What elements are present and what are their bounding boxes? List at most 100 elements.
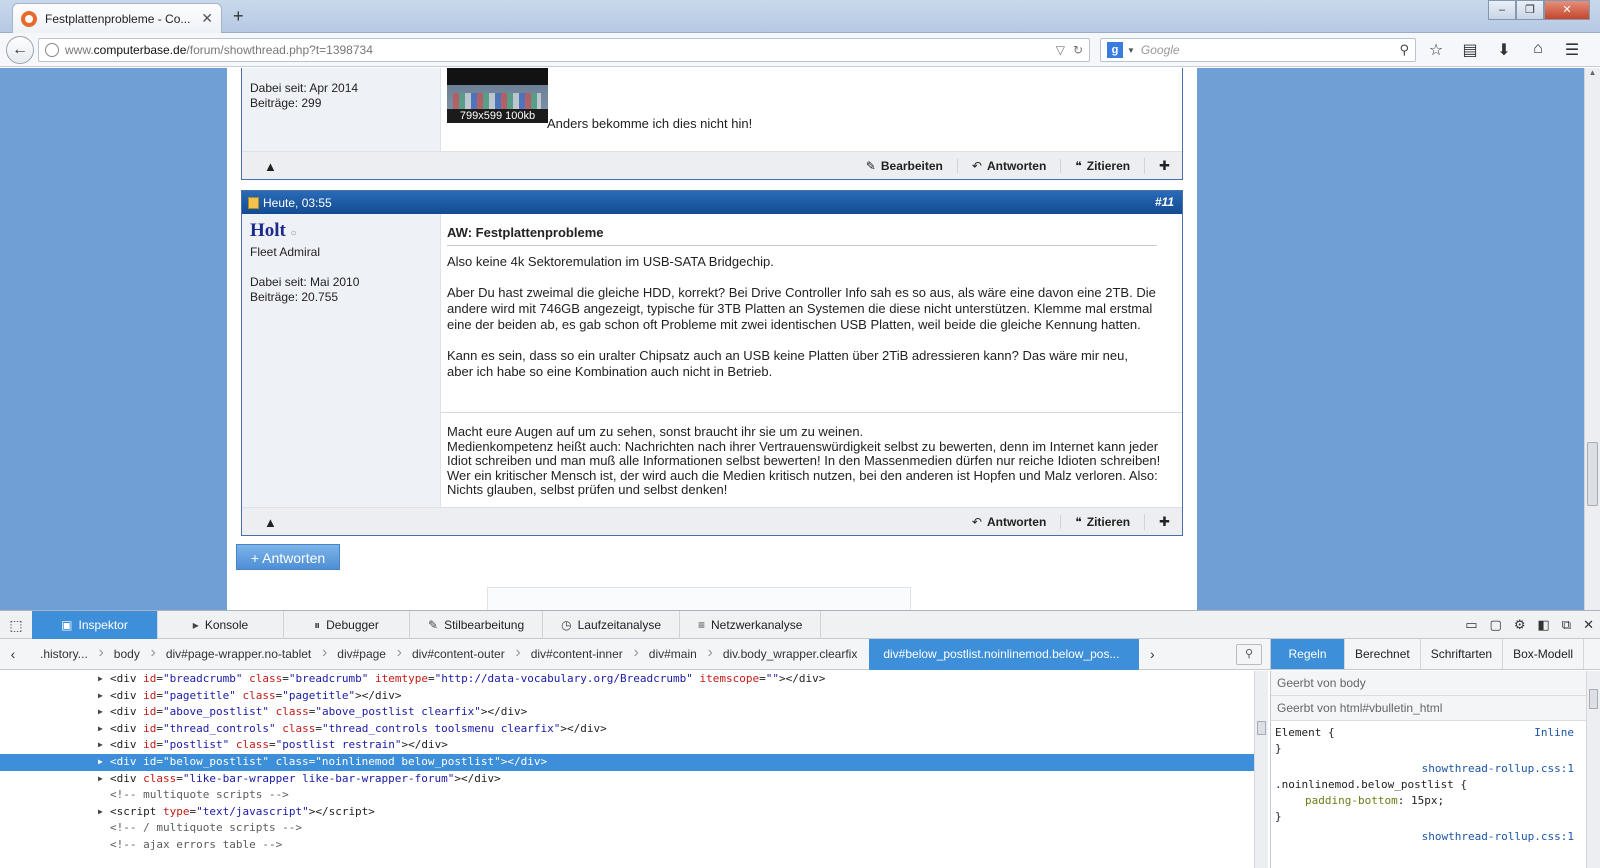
multiquote-icon[interactable]: ✚: [1144, 514, 1170, 530]
breadcrumb-left-icon[interactable]: ‹: [0, 646, 26, 662]
expand-triangle-icon[interactable]: ▶: [98, 754, 103, 771]
rule-source[interactable]: showthread-rollup.css:1: [1275, 761, 1574, 777]
breadcrumb-item[interactable]: div#page-wrapper.no-tablet: [152, 644, 328, 662]
settings-gear-icon[interactable]: ⚙: [1514, 617, 1526, 633]
markup-node[interactable]: ▶ <div id="postlist" class="postlist rest…: [0, 737, 1254, 754]
search-input[interactable]: Google: [1141, 43, 1400, 57]
forum-page: Dabei seit: Apr 2014 Beiträge: 299 799x5…: [227, 68, 1197, 610]
quote-button[interactable]: ❝ Zitieren: [1060, 515, 1144, 529]
expand-triangle-icon[interactable]: ▶: [98, 671, 103, 688]
breadcrumb-right-icon[interactable]: ›: [1139, 646, 1165, 662]
tab-network[interactable]: ≡ Netzwerkanalyse: [680, 611, 822, 639]
tab-computed[interactable]: Berechnet: [1345, 639, 1421, 669]
breadcrumb-item[interactable]: div.body_wrapper.clearfix: [709, 644, 873, 662]
breadcrumb-item[interactable]: div#main: [635, 644, 713, 662]
devtools-close-icon[interactable]: ✕: [1583, 617, 1594, 633]
back-button[interactable]: ←: [6, 36, 34, 64]
split-console-icon[interactable]: ▭: [1465, 617, 1477, 633]
tab-box-model[interactable]: Box-Modell: [1503, 639, 1585, 669]
post-number[interactable]: #11: [1155, 195, 1174, 209]
search-icon[interactable]: ⚲: [1399, 42, 1409, 58]
rule-property[interactable]: padding-bottom: 15px;: [1275, 793, 1574, 809]
dropdown-arrow-icon[interactable]: ▽: [1056, 43, 1065, 57]
markup-node[interactable]: ▶ <div id="pagetitle" class="pagetitle"><…: [0, 688, 1254, 705]
markup-node[interactable]: ▶ <script type="text/javascript"></script…: [0, 804, 1254, 821]
reply-icon: ↶: [971, 515, 982, 529]
menu-icon[interactable]: ☰: [1562, 40, 1582, 60]
markup-node-selected[interactable]: ▶ <div id="below_postlist" class="noinlin…: [0, 753, 1254, 771]
home-icon[interactable]: ⌂: [1528, 40, 1548, 60]
expand-triangle-icon[interactable]: ▶: [98, 804, 103, 821]
tab-fonts[interactable]: Schriftarten: [1421, 639, 1504, 669]
breadcrumb-item-selected[interactable]: div#below_postlist.noinlinemod.below_pos…: [869, 638, 1140, 670]
breadcrumb-item[interactable]: div#page: [323, 644, 401, 662]
page-scrollbar[interactable]: ▲: [1584, 68, 1600, 610]
markup-node[interactable]: ▶ <div id="above_postlist" class="above_p…: [0, 704, 1254, 721]
rule-close: }: [1275, 742, 1282, 755]
expand-triangle-icon[interactable]: ▶: [98, 704, 103, 721]
tab-close-icon[interactable]: ✕: [201, 10, 213, 27]
downloads-icon[interactable]: ⬇: [1494, 40, 1514, 60]
breadcrumb-item[interactable]: div#content-outer: [398, 644, 520, 662]
reply-thread-button[interactable]: + Antworten: [236, 544, 340, 570]
responsive-mode-icon[interactable]: ▢: [1490, 617, 1502, 633]
dock-side-icon[interactable]: ◧: [1538, 617, 1550, 633]
window-close-icon[interactable]: ✕: [1544, 0, 1590, 20]
expand-triangle-icon[interactable]: ▶: [98, 771, 103, 788]
undock-icon[interactable]: ⧉: [1562, 617, 1571, 633]
markup-comment[interactable]: <!-- / multiquote scripts -->: [0, 820, 1254, 837]
minimize-icon[interactable]: –: [1488, 0, 1516, 20]
tab-style-editor[interactable]: ✎ Stilbearbeitung: [410, 611, 544, 639]
tab-profiler[interactable]: ◷ Laufzeitanalyse: [543, 611, 680, 639]
maximize-icon[interactable]: ❐: [1516, 0, 1544, 20]
markup-scrollbar[interactable]: [1254, 671, 1268, 868]
rules-scrollbar[interactable]: [1586, 671, 1600, 868]
markup-node[interactable]: ▶ <div class="like-bar-wrapper like-bar-w…: [0, 771, 1254, 788]
markup-comment[interactable]: <!-- ajax errors table -->: [0, 837, 1254, 854]
scrollbar-thumb[interactable]: [1257, 721, 1266, 735]
markup-node[interactable]: ▶ <div id="breadcrumb" class="breadcrumb"…: [0, 671, 1254, 688]
new-tab-button[interactable]: +: [233, 6, 244, 27]
rule-source[interactable]: Inline: [1534, 725, 1574, 741]
report-icon[interactable]: ▲: [264, 159, 277, 174]
edit-button[interactable]: ✎ Bearbeiten: [852, 159, 957, 173]
report-icon[interactable]: ▲: [264, 515, 277, 530]
reply-button[interactable]: ↶ Antworten: [958, 515, 1060, 529]
username-link[interactable]: Holt: [250, 220, 286, 241]
breadcrumb-item[interactable]: .history...: [26, 644, 104, 662]
google-icon[interactable]: g: [1107, 42, 1123, 58]
reply-button[interactable]: ↶ Antworten: [956, 159, 1060, 173]
quote-button[interactable]: ❝ Zitieren: [1060, 159, 1144, 173]
expand-triangle-icon[interactable]: ▶: [98, 721, 103, 738]
devtools-toolbar: ▭ ▢ ⚙ ◧ ⧉ ✕: [1465, 611, 1594, 639]
reading-list-icon[interactable]: ▤: [1460, 40, 1480, 60]
multiquote-icon[interactable]: ✚: [1144, 158, 1170, 174]
tab-inspector[interactable]: ▣ Inspektor: [32, 611, 158, 639]
engine-dropdown-icon[interactable]: ▼: [1127, 46, 1135, 55]
bookmark-star-icon[interactable]: ☆: [1426, 40, 1446, 60]
element-picker-icon[interactable]: ⬚: [0, 611, 32, 638]
markup-search-icon[interactable]: ⚲: [1236, 644, 1262, 665]
breadcrumb-item[interactable]: div#content-inner: [517, 644, 639, 662]
back-arrow-icon: ←: [12, 41, 28, 58]
url-bar[interactable]: www.computerbase.de/forum/showthread.php…: [38, 38, 1090, 62]
markup-node[interactable]: ▶ <div id="thread_controls" class="thread…: [0, 721, 1254, 738]
rule-selector: Element {: [1275, 726, 1335, 739]
reload-icon[interactable]: ↻: [1073, 43, 1083, 57]
expand-triangle-icon[interactable]: ▶: [98, 737, 103, 754]
tab-rules[interactable]: Regeln: [1271, 639, 1345, 669]
markup-comment[interactable]: <!-- multiquote scripts -->: [0, 787, 1254, 804]
breadcrumb-item[interactable]: body: [100, 644, 156, 662]
scrollbar-thumb[interactable]: [1589, 689, 1598, 709]
search-bar[interactable]: g ▼ Google ⚲: [1100, 38, 1416, 62]
expand-triangle-icon[interactable]: ▶: [98, 688, 103, 705]
css-rule[interactable]: showthread-rollup.css:1: [1271, 825, 1600, 845]
tab-debugger[interactable]: ⏸ Debugger: [284, 611, 410, 639]
rule-source[interactable]: showthread-rollup.css:1: [1275, 829, 1574, 845]
scroll-up-icon[interactable]: ▲: [1585, 68, 1600, 77]
tab-console[interactable]: ▸ Konsole: [158, 611, 284, 639]
scrollbar-thumb[interactable]: [1587, 442, 1598, 506]
browser-tab[interactable]: Festplattenprobleme - Co... ✕: [12, 3, 222, 33]
css-rule[interactable]: showthread-rollup.css:1 .noinlinemod.bel…: [1271, 757, 1600, 825]
css-rule[interactable]: Element { Inline }: [1271, 721, 1600, 757]
